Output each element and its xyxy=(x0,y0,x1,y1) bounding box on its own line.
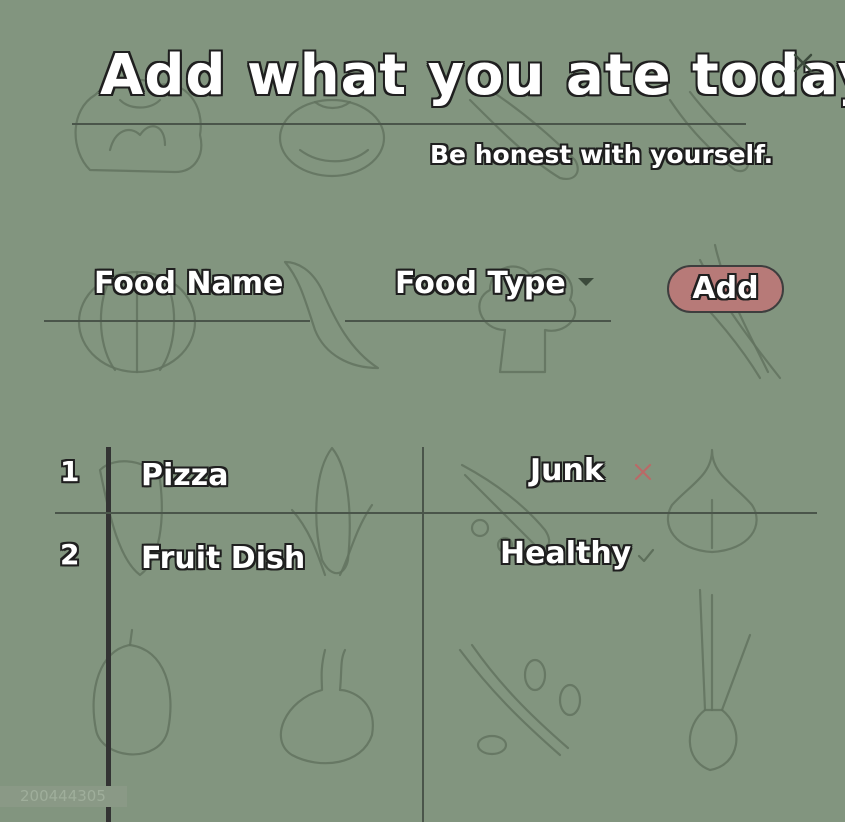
food-type-cell: Healthy xyxy=(500,536,632,571)
table-row-divider xyxy=(55,512,817,514)
food-type-cell: Junk xyxy=(530,453,604,488)
spring-onion-doodle xyxy=(688,588,752,772)
food-name-field[interactable]: Food Name xyxy=(44,262,310,322)
food-name-cell: Pizza xyxy=(141,458,229,493)
check-icon[interactable] xyxy=(636,545,656,565)
green-beans-doodle xyxy=(458,643,582,757)
fennel-doodle xyxy=(279,648,374,765)
table-left-divider xyxy=(106,447,111,822)
page-subtitle: Be honest with yourself. xyxy=(430,140,774,169)
watermark: 200444305 xyxy=(0,786,127,807)
dropdown-arrow-icon[interactable] xyxy=(578,278,594,286)
close-icon[interactable] xyxy=(788,48,818,78)
garlic-doodle xyxy=(666,448,758,554)
food-name-cell: Fruit Dish xyxy=(141,541,306,576)
page-title: Add what you ate today xyxy=(100,43,845,108)
title-divider xyxy=(72,123,746,125)
food-name-label: Food Name xyxy=(94,266,284,301)
row-number: 2 xyxy=(60,538,80,571)
food-type-label: Food Type xyxy=(395,266,566,301)
x-mark-icon[interactable] xyxy=(633,462,653,482)
table-middle-divider xyxy=(422,447,424,822)
food-type-select[interactable]: Food Type xyxy=(345,262,611,322)
add-food-button[interactable]: Add xyxy=(667,265,784,313)
row-number: 1 xyxy=(60,455,80,488)
